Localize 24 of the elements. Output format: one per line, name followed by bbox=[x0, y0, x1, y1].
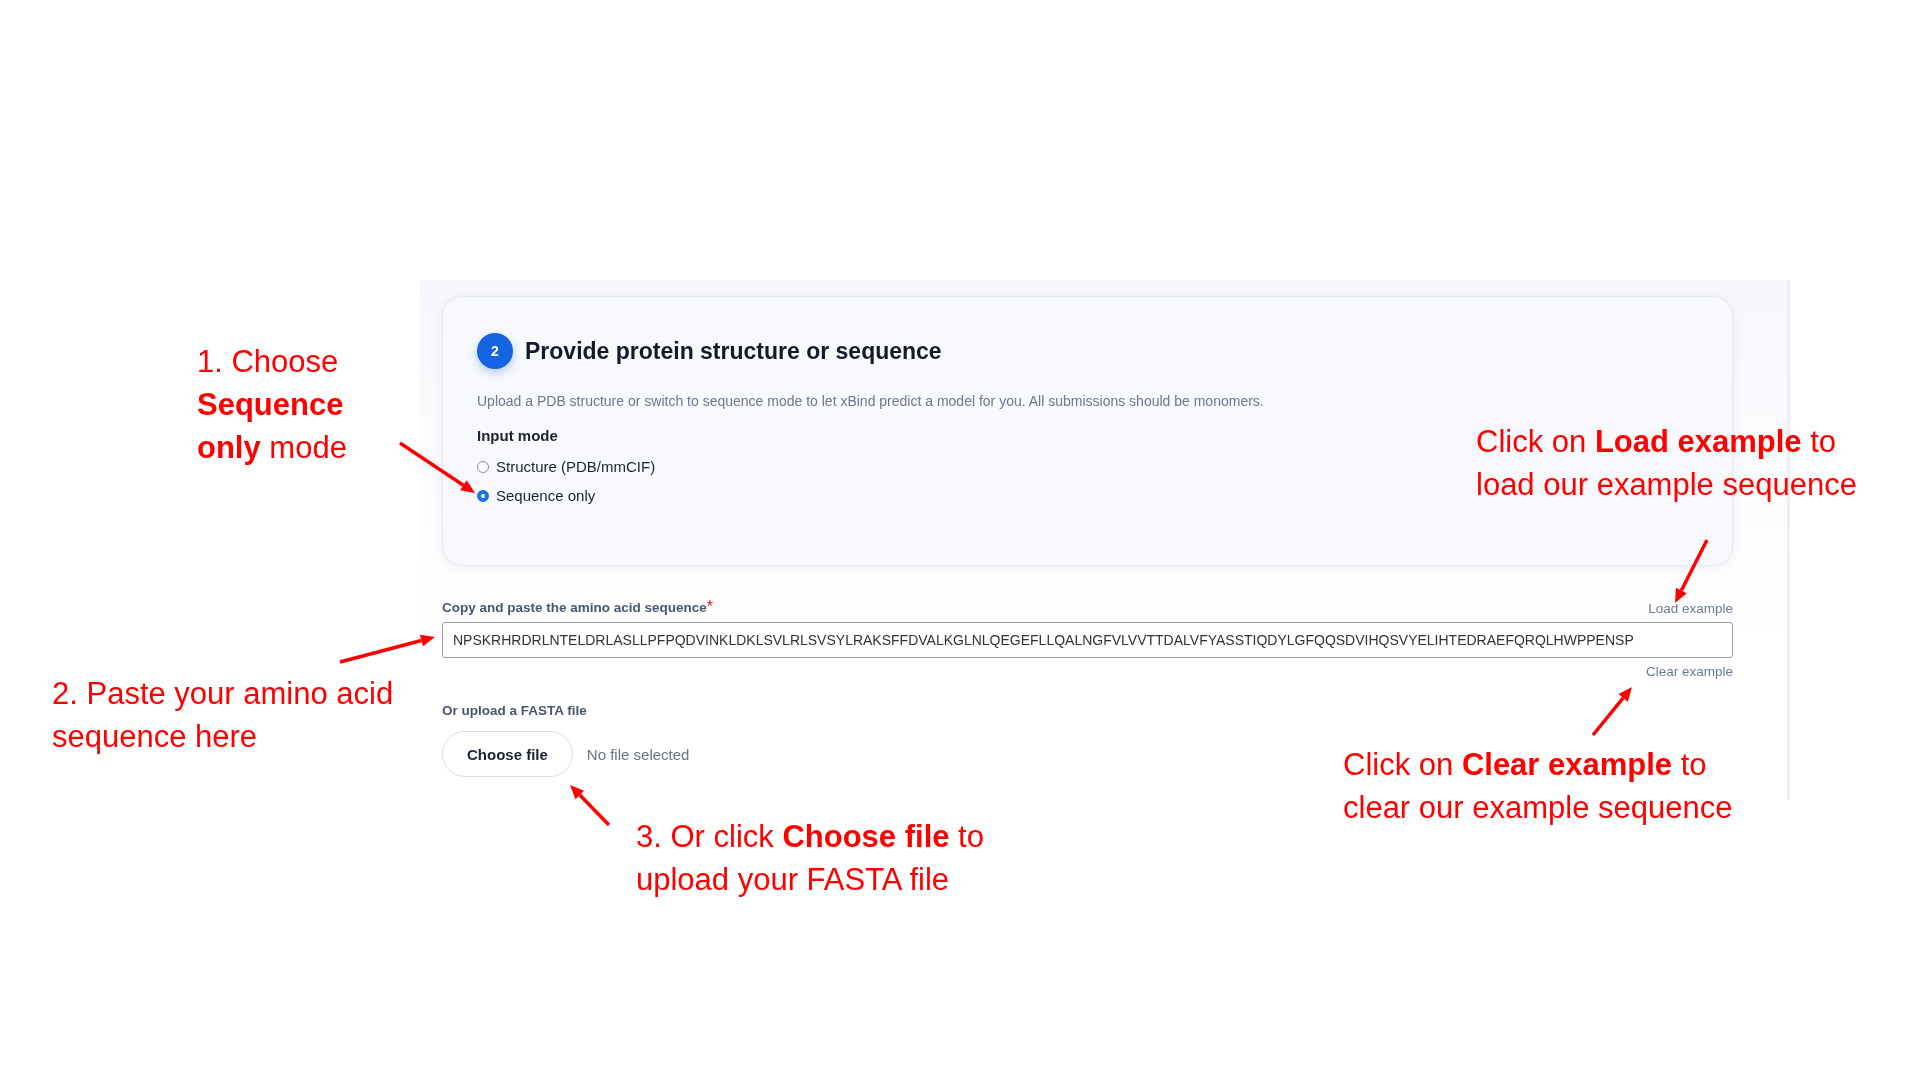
radio-option[interactable]: Sequence only bbox=[477, 487, 596, 504]
file-status: No file selected bbox=[586, 745, 690, 763]
annotation-arrow bbox=[1591, 687, 1632, 737]
annotation-text: 3. Or click Choose file to upload your FASTA file bbox=[636, 818, 984, 899]
annotation-arrow bbox=[1675, 539, 1709, 603]
field-label: Input mode bbox=[477, 427, 558, 444]
field-label: Or upload a FASTA file bbox=[442, 703, 587, 718]
field-label: Copy and paste the amino acid sequence bbox=[442, 600, 707, 615]
annotation-text: 2. Paste your amino acid sequence here bbox=[52, 675, 394, 756]
choose-file-button[interactable]: Choose file bbox=[442, 731, 573, 777]
step-badge: 2 bbox=[477, 333, 513, 369]
clear-example-link[interactable]: Clear example bbox=[1645, 664, 1733, 679]
radio-icon[interactable] bbox=[477, 460, 489, 473]
load-example-link[interactable]: Load example bbox=[1648, 601, 1733, 616]
annotation-text: Click on Load example to load our example sequence bbox=[1476, 423, 1857, 504]
radio-option[interactable]: Structure (PDB/mmCIF) bbox=[477, 458, 656, 475]
section-title: Provide protein structure or sequence bbox=[525, 337, 942, 365]
sequence-input-field[interactable]: NPSKRHRDRLNTELDRLASLLPFPQDVINKLDKLSVLRLSVSYLRAKSFFDVALKGLNLQEGEFLLQALNGFVLVVTTDALVFYASSTIQDYLGFQQSDVIHQSVYELIHTEDRAEFQRQLHWPPENSP bbox=[442, 622, 1733, 658]
section-description: Upload a PDB structure or switch to sequence mode to let xBind predict a model for you. All submissions should be monomers. bbox=[477, 393, 1264, 409]
radio-icon[interactable] bbox=[477, 489, 489, 502]
required-mark: * bbox=[706, 598, 714, 615]
annotation-text: Click on Clear example to clear our example sequence bbox=[1343, 746, 1733, 827]
annotation-text: 1. Choose Sequence only mode bbox=[197, 343, 347, 467]
annotation-arrow bbox=[570, 785, 611, 827]
